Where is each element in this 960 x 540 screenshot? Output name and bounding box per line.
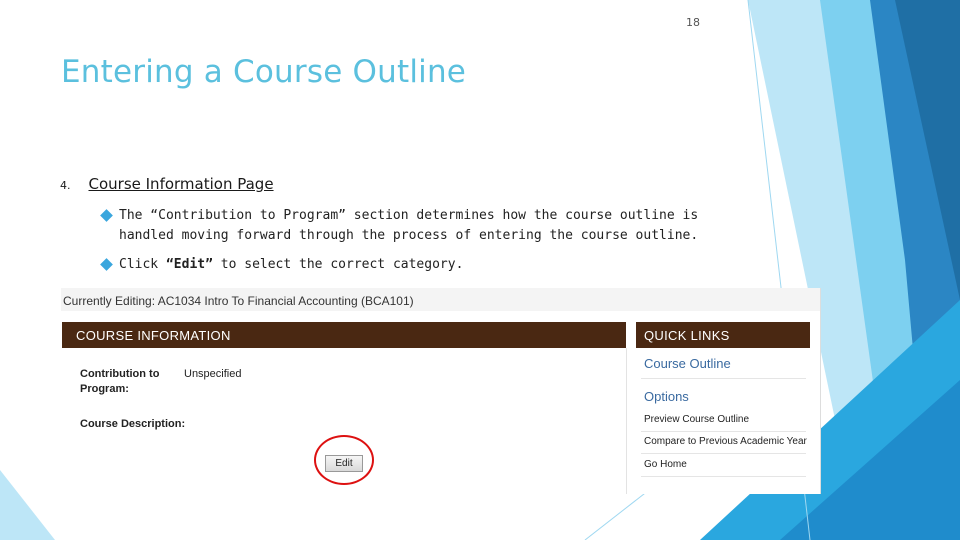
currently-editing-text: Currently Editing: AC1034 Intro To Finan…: [63, 294, 414, 308]
compare-previous-year-link[interactable]: Compare to Previous Academic Year: [644, 436, 807, 447]
deco-shape-left: [0, 470, 55, 540]
contribution-value: Unspecified: [184, 368, 242, 380]
slide-number: 18: [686, 16, 700, 29]
course-information-title: COURSE INFORMATION: [76, 328, 231, 343]
bullet-text-bold: “Edit”: [165, 257, 213, 272]
preview-course-outline-link[interactable]: Preview Course Outline: [644, 414, 749, 425]
bullet-text-line-1: The “Contribution to Program” section de…: [119, 208, 699, 223]
section-heading: 4. Course Information Page: [60, 175, 274, 193]
divider: [641, 476, 806, 477]
course-information-header: COURSE INFORMATION: [62, 322, 626, 348]
bullet-text-post: to select the correct category.: [212, 257, 464, 272]
currently-editing-bar: Currently Editing: AC1034 Intro To Finan…: [61, 288, 820, 311]
quick-links-title: QUICK LINKS: [644, 328, 730, 343]
contribution-label: Contribution to Program:: [80, 367, 159, 397]
divider: [641, 378, 806, 379]
course-outline-link[interactable]: Course Outline: [644, 356, 731, 371]
contribution-label-line-1: Contribution to: [80, 368, 160, 380]
section-number: 4.: [60, 179, 71, 192]
quick-links-header: QUICK LINKS: [636, 322, 810, 348]
slide-title: Entering a Course Outline: [61, 54, 467, 90]
section-heading-text: Course Information Page: [88, 175, 274, 193]
options-link[interactable]: Options: [644, 389, 689, 404]
embedded-screenshot: Currently Editing: AC1034 Intro To Finan…: [61, 288, 821, 494]
bullet-text-pre: Click: [119, 257, 166, 272]
bullet-text-line-2: handled moving forward through the proce…: [119, 228, 699, 243]
highlight-circle: [314, 435, 374, 485]
divider: [641, 431, 806, 432]
divider: [641, 453, 806, 454]
bullet-text-click-edit: Click “Edit” to select the correct categ…: [119, 255, 463, 275]
column-divider: [626, 348, 627, 494]
course-description-label: Course Description:: [80, 418, 186, 430]
go-home-link[interactable]: Go Home: [644, 459, 687, 470]
contribution-label-line-2: Program:: [80, 383, 129, 395]
